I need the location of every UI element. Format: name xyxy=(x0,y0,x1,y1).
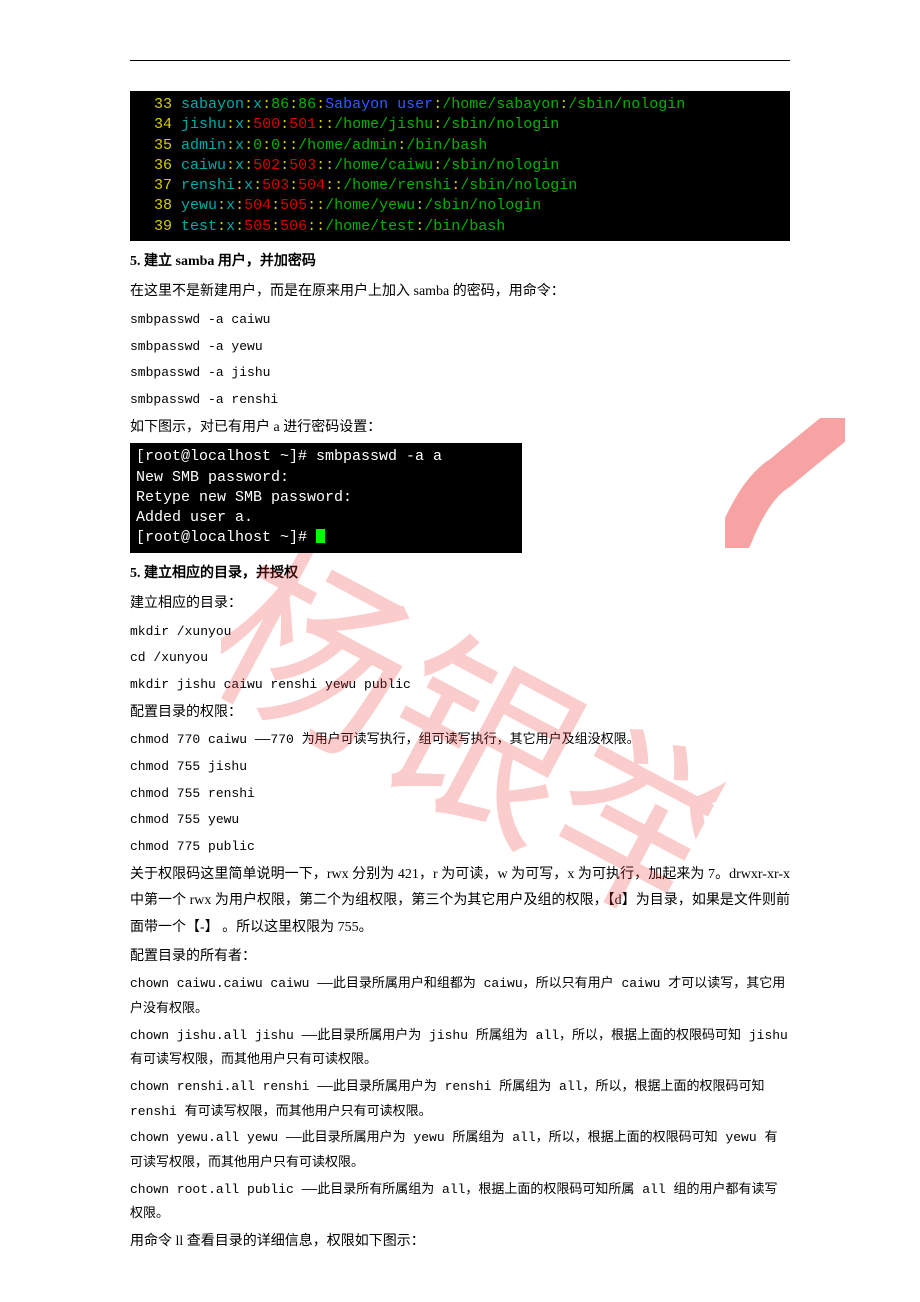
terminal-smbpasswd: [root@localhost ~]# smbpasswd -a a New S… xyxy=(130,443,522,552)
cmd: cd /xunyou xyxy=(130,646,790,671)
cmd: smbpasswd -a yewu xyxy=(130,335,790,360)
cmd: chown yewu.all yewu ——此目录所属用户为 yewu 所属组为… xyxy=(130,1126,790,1175)
cursor-icon xyxy=(316,529,325,543)
cmd: chmod 755 renshi xyxy=(130,782,790,807)
section1-intro: 在这里不是新建用户，而是在原来用户上加入 samba 的密码，用命令： xyxy=(130,279,790,306)
cmd: chown jishu.all jishu ——此目录所属用户为 jishu 所… xyxy=(130,1024,790,1073)
cmd: mkdir /xunyou xyxy=(130,620,790,645)
cmd: chmod 775 public xyxy=(130,835,790,860)
p: 用命令 ll 查看目录的详细信息，权限如下图示： xyxy=(130,1229,790,1256)
cmd: chown caiwu.caiwu caiwu ——此目录所属用户和组都为 ca… xyxy=(130,972,790,1021)
section1-note: 如下图示，对已有用户 a 进行密码设置： xyxy=(130,415,790,442)
section-title-1: 5. 建立 samba 用户，并加密码 xyxy=(130,249,790,276)
p: 配置目录的权限： xyxy=(130,700,790,727)
explain: 关于权限码这里简单说明一下，rwx 分别为 421，r 为可读，w 为可写，x … xyxy=(130,862,790,942)
section-title-2: 5. 建立相应的目录，并授权 xyxy=(130,561,790,588)
cmd: smbpasswd -a renshi xyxy=(130,388,790,413)
cmd: chmod 770 caiwu ——770 为用户可读写执行，组可读写执行，其它… xyxy=(130,728,790,753)
p: 建立相应的目录： xyxy=(130,591,790,618)
page-rule xyxy=(130,60,790,61)
cmd: chown root.all public ——此目录所有所属组为 all，根据… xyxy=(130,1178,790,1227)
cmd: smbpasswd -a jishu xyxy=(130,361,790,386)
p: 配置目录的所有者： xyxy=(130,944,790,971)
terminal-passwd: 33 sabayon:x:86:86:Sabayon user:/home/sa… xyxy=(130,91,790,241)
cmd: chown renshi.all renshi ——此目录所属用户为 rensh… xyxy=(130,1075,790,1124)
cmd: chmod 755 yewu xyxy=(130,808,790,833)
cmd: chmod 755 jishu xyxy=(130,755,790,780)
cmd: mkdir jishu caiwu renshi yewu public xyxy=(130,673,790,698)
cmd: smbpasswd -a caiwu xyxy=(130,308,790,333)
